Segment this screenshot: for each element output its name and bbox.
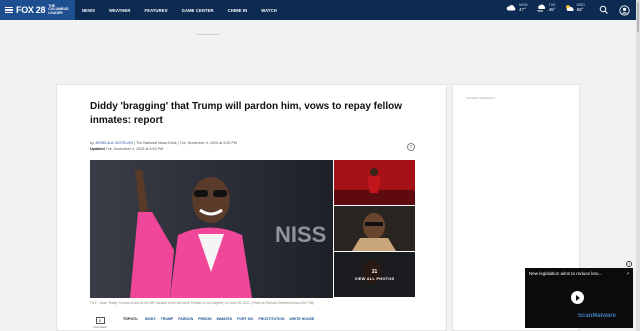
nav-item-features[interactable]: FEATURES <box>145 8 168 13</box>
updated-label: Updated <box>90 147 105 151</box>
site-logo[interactable]: FOX 28 THE COLUMBUS LEADER <box>0 0 75 20</box>
svg-text:NISS: NISS <box>275 222 326 247</box>
comments-button[interactable]: 0 Comment <box>93 317 107 329</box>
page-scrollbar[interactable] <box>636 0 640 331</box>
main-nav: NEWS WEATHER FEATURES GAME CENTER CHIME … <box>82 8 291 13</box>
watermark-logo: ScanMalware <box>578 313 617 319</box>
nav-item-chime-in[interactable]: CHIME IN <box>228 8 248 13</box>
nav-item-news[interactable]: NEWS <box>82 8 95 13</box>
updated-timestamp: Updated Tue, November 4, 2025 at 4:53 PM <box>90 147 163 151</box>
user-account-icon[interactable] <box>619 5 630 16</box>
search-icon[interactable] <box>599 5 609 15</box>
article-headline: Diddy 'bragging' that Trump will pardon … <box>90 101 403 126</box>
topics-label: TOPICS: <box>123 317 138 321</box>
partly-sunny-icon <box>565 4 574 11</box>
play-button-icon[interactable] <box>571 291 584 304</box>
byline: by JESSICA A. BOTELHO | The National New… <box>90 141 237 145</box>
share-icon[interactable] <box>407 143 415 151</box>
top-ad-placeholder <box>197 34 219 35</box>
updated-value: Tue, November 4, 2025 at 4:53 PM <box>105 147 164 151</box>
topic-tag[interactable]: PRISON <box>198 317 211 321</box>
gallery-thumb[interactable] <box>334 206 415 251</box>
nav-item-weather[interactable]: WEATHER <box>109 8 131 13</box>
photo-gallery-thumbs: 31 VIEW ALL PHOTOS <box>334 160 415 298</box>
logo-subtext: THE COLUMBUS LEADER <box>48 3 69 15</box>
author-link[interactable]: JESSICA A. BOTELHO <box>95 141 133 145</box>
gallery-thumb-image <box>334 160 415 205</box>
view-all-overlay[interactable]: 31 VIEW ALL PHOTOS <box>334 252 415 297</box>
topic-tag[interactable]: WHITE HOUSE <box>289 317 314 321</box>
gallery-thumb[interactable] <box>334 160 415 205</box>
cloud-icon <box>506 4 516 10</box>
topic-tag[interactable]: INMATES <box>217 317 233 321</box>
video-title: New legislation aims to reduce kno... <box>529 271 603 276</box>
weather-temp: 45° <box>548 6 556 12</box>
gallery-count: 31 <box>371 268 378 275</box>
close-video-button[interactable]: × <box>626 261 632 267</box>
advertisement-label: ADVERTISEMENT <box>466 96 496 100</box>
cloud-wind-icon <box>536 4 545 12</box>
comment-count: 0 <box>95 317 105 324</box>
topic-tag[interactable]: PROSTITUTION <box>258 317 284 321</box>
weather-now[interactable]: NOW 47° <box>506 3 528 12</box>
view-all-photos-label: VIEW ALL PHOTOS <box>354 275 395 281</box>
weather-temp: 58° <box>576 6 584 12</box>
topic-tag[interactable]: DIDDY <box>145 317 156 321</box>
hero-image[interactable]: NISS <box>90 160 333 298</box>
weather-wed[interactable]: WED 58° <box>564 3 585 12</box>
article-card: Diddy 'bragging' that Trump will pardon … <box>56 84 447 331</box>
nav-item-game-center[interactable]: GAME CENTER <box>182 8 214 13</box>
byline-source-date: | The National News Desk | Tue, November… <box>134 141 237 145</box>
weather-temp: 47° <box>519 6 526 12</box>
nav-item-watch[interactable]: WATCH <box>261 8 277 13</box>
weather-tue[interactable]: TUE 45° <box>536 3 556 12</box>
topic-tag[interactable]: TRUMP <box>161 317 173 321</box>
comment-label: Comment <box>93 325 107 329</box>
photo-caption: FILE - Sean "Diddy" Combs arrives at the… <box>90 301 315 305</box>
gallery-thumb-image <box>334 206 415 251</box>
topic-tag[interactable]: PARDON <box>178 317 193 321</box>
topics-list: TOPICS: DIDDY TRUMP PARDON PRISON INMATE… <box>123 317 314 321</box>
weather-widget[interactable]: NOW 47° TUE 45° WED 58° <box>506 3 585 12</box>
scrollbar-thumb[interactable] <box>637 2 639 32</box>
hamburger-menu-icon[interactable] <box>5 7 13 13</box>
video-share-icon[interactable]: ↗ <box>626 271 629 276</box>
floating-video-player[interactable]: New legislation aims to reduce kno... ↗ … <box>525 268 633 328</box>
byline-prefix: by <box>90 141 94 145</box>
gallery-thumb-view-all[interactable]: 31 VIEW ALL PHOTOS <box>334 252 415 297</box>
topic-tag[interactable]: FORT DIX <box>237 317 253 321</box>
logo-text: FOX 28 <box>16 5 46 15</box>
